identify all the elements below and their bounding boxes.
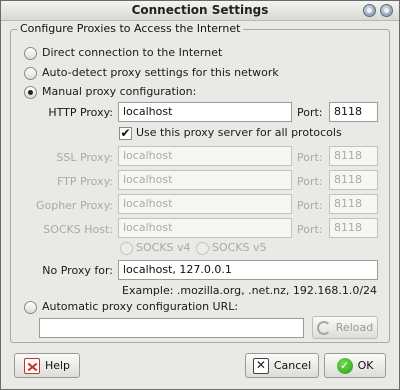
direct-connection-radio[interactable] [24,47,37,60]
socks-host-input[interactable]: localhost [118,218,292,238]
socks-v4-radio[interactable] [120,242,133,255]
http-proxy-input[interactable]: localhost [118,102,292,122]
socks-v5-label: SOCKS v5 [212,241,267,254]
direct-connection-label[interactable]: Direct connection to the Internet [42,46,222,59]
auto-config-url-label[interactable]: Automatic proxy configuration URL: [42,300,238,313]
connection-settings-window: Connection Settings Configure Proxies to… [0,0,400,390]
use-same-proxy-label[interactable]: Use this proxy server for all protocols [136,126,342,139]
titlebar: Connection Settings [1,1,399,21]
gopher-port-label: Port: [297,199,323,212]
ftp-proxy-label: FTP Proxy: [56,175,113,188]
ssl-proxy-label: SSL Proxy: [56,151,113,164]
no-proxy-example: Example: .mozilla.org, .net.nz, 192.168.… [122,284,378,297]
cancel-button[interactable]: ✕ Cancel [245,353,319,378]
ftp-port-input[interactable]: 8118 [329,170,378,190]
ftp-port-label: Port: [297,175,323,188]
ssl-proxy-input[interactable]: localhost [118,146,292,166]
gopher-proxy-label: Gopher Proxy: [35,199,113,212]
cancel-icon: ✕ [252,357,269,374]
help-button[interactable]: Help [14,353,80,378]
reload-button-label: Reload [335,321,374,334]
http-proxy-label: HTTP Proxy: [48,106,113,119]
proxy-group-legend: Configure Proxies to Access the Internet [17,22,244,35]
window-close-button[interactable] [380,4,393,17]
gopher-port-input[interactable]: 8118 [329,194,378,214]
manual-proxy-radio[interactable] [24,86,37,99]
reload-icon [316,320,331,335]
auto-detect-radio[interactable] [24,67,37,80]
no-proxy-label: No Proxy for: [42,264,113,277]
socks-v5-radio[interactable] [196,242,209,255]
reload-button[interactable]: Reload [312,316,378,339]
http-port-input[interactable]: 8118 [329,102,378,122]
window-menu-button[interactable] [363,4,376,17]
cancel-button-label: Cancel [273,359,312,372]
auto-detect-label[interactable]: Auto-detect proxy settings for this netw… [42,66,279,79]
ssl-port-input[interactable]: 8118 [329,146,378,166]
ok-icon: ✓ [336,357,353,374]
gopher-proxy-input[interactable]: localhost [118,194,292,214]
ssl-port-label: Port: [297,151,323,164]
socks-port-label: Port: [297,223,323,236]
no-proxy-input[interactable]: localhost, 127.0.0.1 [118,260,378,280]
socks-host-label: SOCKS Host: [43,223,113,236]
auto-config-url-input[interactable] [39,318,304,338]
ok-button-label: OK [357,359,374,372]
help-button-label: Help [44,359,71,372]
socks-port-input[interactable]: 8118 [329,218,378,238]
help-icon [23,357,40,374]
http-port-label: Port: [297,106,323,119]
auto-config-url-radio[interactable] [24,301,37,314]
manual-proxy-label[interactable]: Manual proxy configuration: [42,85,196,98]
ok-button[interactable]: ✓ OK [324,353,386,378]
window-title: Connection Settings [131,3,269,17]
ftp-proxy-input[interactable]: localhost [118,170,292,190]
socks-v4-label: SOCKS v4 [136,241,191,254]
use-same-proxy-checkbox[interactable]: ✔ [119,127,132,140]
